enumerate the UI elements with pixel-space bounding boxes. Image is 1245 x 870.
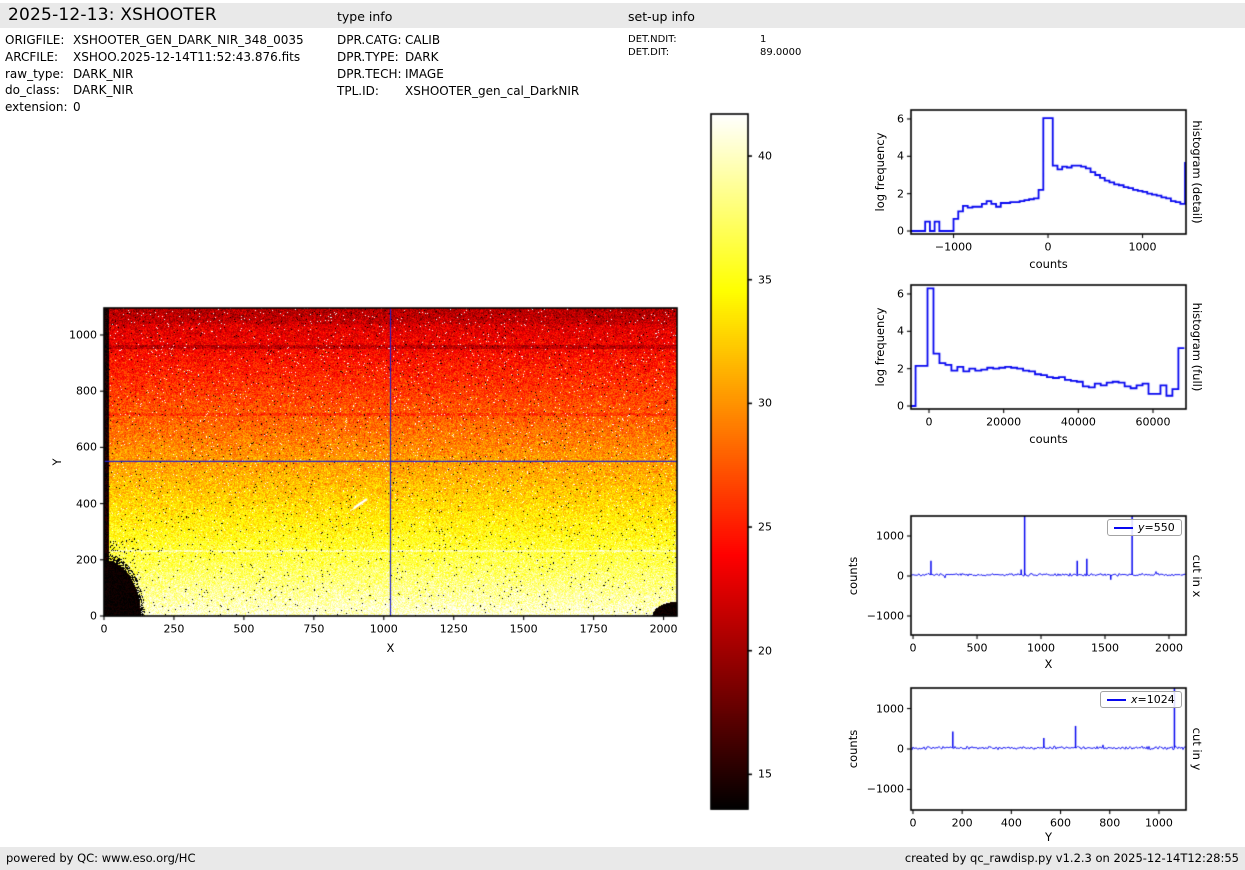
info-label: ARCFILE: [5, 50, 58, 64]
side-label: histogram (detail) [1190, 120, 1204, 223]
side-label: cut in x [1190, 554, 1204, 597]
y-tick-label: 400 [76, 497, 97, 510]
colorbar-tick-label: 15 [758, 768, 772, 781]
x-tick-label: 40000 [1061, 416, 1096, 429]
info-value: DARK_NIR [73, 83, 133, 97]
info-value: 0 [73, 100, 81, 114]
info-label: DPR.TECH: [337, 67, 402, 81]
side-label: cut in y [1190, 728, 1204, 771]
info-value: 89.0000 [760, 47, 801, 58]
y-tick-label: −1000 [867, 610, 904, 623]
x-tick-label: −1000 [935, 241, 972, 254]
colorbar-tick-label: 40 [758, 150, 772, 163]
legend-label: x=1024 [1131, 693, 1175, 706]
y-tick-label: 0 [897, 743, 904, 756]
x-tick-label: 500 [967, 642, 988, 655]
x-tick-label: 1750 [580, 623, 608, 636]
info-value: XSHOO.2025-12-14T11:52:43.876.fits [73, 50, 300, 64]
info-value: IMAGE [405, 67, 444, 81]
x-tick-label: 0 [910, 642, 917, 655]
info-label: raw_type: [5, 67, 64, 81]
colorbar-tick-label: 20 [758, 644, 772, 657]
qc-report-page: 2025-12-13: XSHOOTER type info set-up in… [0, 0, 1245, 870]
x-tick-label: 0 [909, 817, 916, 830]
x-axis-label: X [1045, 657, 1053, 671]
x-tick-label: 750 [303, 623, 324, 636]
info-value: XSHOOTER_gen_cal_DarkNIR [405, 84, 579, 98]
x-tick-label: 2000 [650, 623, 678, 636]
info-label: DET.NDIT: [628, 34, 677, 45]
y-axis-label: log frequency [873, 308, 887, 387]
x-tick-label: 500 [233, 623, 254, 636]
info-label: extension: [5, 100, 68, 114]
x-tick-label: 250 [163, 623, 184, 636]
y-axis-label: Y [50, 458, 64, 465]
x-axis-label: Y [1045, 830, 1052, 844]
y-tick-label: 0 [90, 610, 97, 623]
y-tick-label: 1000 [876, 702, 904, 715]
y-tick-label: 6 [897, 287, 904, 300]
x-tick-label: 1500 [1091, 642, 1119, 655]
x-tick-label: 2000 [1155, 642, 1183, 655]
cut-x-legend: y=550 [1107, 519, 1182, 536]
x-axis-label: X [387, 641, 395, 655]
y-tick-label: 2 [897, 362, 904, 375]
footer-created-by: created by qc_rawdisp.py v1.2.3 on 2025-… [905, 851, 1239, 865]
colorbar-tick-label: 35 [758, 273, 772, 286]
y-tick-label: 2 [897, 187, 904, 200]
y-tick-label: 4 [897, 150, 904, 163]
x-tick-label: 0 [1045, 241, 1052, 254]
x-tick-label: 60000 [1135, 416, 1170, 429]
info-label: DET.DIT: [628, 47, 669, 58]
info-label: TPL.ID: [337, 84, 379, 98]
side-label: histogram (full) [1190, 303, 1204, 392]
x-tick-label: 1250 [440, 623, 468, 636]
x-tick-label: 200 [952, 817, 973, 830]
y-axis-label: counts [846, 730, 860, 768]
x-tick-label: 1000 [1027, 642, 1055, 655]
x-axis-label: counts [1029, 432, 1067, 446]
info-label: ORIGFILE: [5, 33, 64, 47]
info-value: DARK [405, 50, 438, 64]
x-tick-label: 1000 [370, 623, 398, 636]
info-label: DPR.CATG: [337, 33, 402, 47]
legend-line-sample [1114, 527, 1133, 529]
legend-line-sample [1107, 699, 1126, 701]
info-value: DARK_NIR [73, 67, 133, 81]
colorbar-tick-label: 25 [758, 521, 772, 534]
colorbar-tick-label: 30 [758, 397, 772, 410]
cut-y-legend: x=1024 [1100, 691, 1182, 708]
info-value: XSHOOTER_GEN_DARK_NIR_348_0035 [73, 33, 304, 47]
y-tick-label: 0 [897, 570, 904, 583]
y-tick-label: 0 [897, 400, 904, 413]
y-axis-label: counts [846, 556, 860, 594]
y-tick-label: 600 [76, 441, 97, 454]
x-tick-label: 1500 [510, 623, 538, 636]
x-tick-label: 400 [1001, 817, 1022, 830]
x-tick-label: 1000 [1129, 241, 1157, 254]
y-axis-label: log frequency [873, 133, 887, 212]
x-tick-label: 0 [926, 416, 933, 429]
footer-powered-by: powered by QC: www.eso.org/HC [6, 851, 195, 865]
info-value: CALIB [405, 33, 440, 47]
info-label: do_class: [5, 83, 60, 97]
y-tick-label: 4 [897, 325, 904, 338]
x-tick-label: 600 [1050, 817, 1071, 830]
x-tick-label: 1000 [1145, 817, 1173, 830]
legend-label: y=550 [1138, 521, 1175, 534]
y-tick-label: 200 [76, 553, 97, 566]
x-tick-label: 0 [101, 623, 108, 636]
y-tick-label: −1000 [867, 783, 904, 796]
x-axis-label: counts [1029, 257, 1067, 271]
x-tick-label: 20000 [986, 416, 1021, 429]
y-tick-label: 1000 [69, 328, 97, 341]
y-tick-label: 800 [76, 385, 97, 398]
info-value: 1 [760, 34, 766, 45]
y-tick-label: 6 [897, 112, 904, 125]
y-tick-label: 0 [897, 225, 904, 238]
y-tick-label: 1000 [876, 530, 904, 543]
x-tick-label: 800 [1099, 817, 1120, 830]
info-label: DPR.TYPE: [337, 50, 399, 64]
